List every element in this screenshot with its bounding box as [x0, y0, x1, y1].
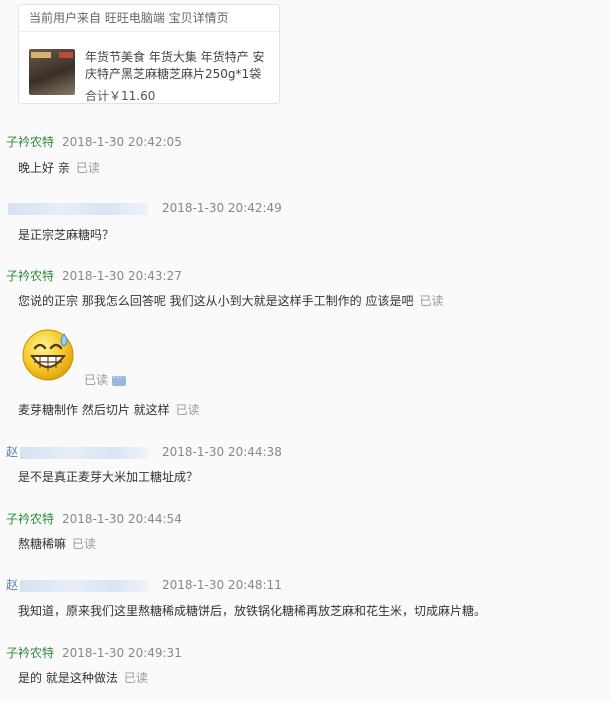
sender-name-text: 赵 [6, 578, 19, 592]
read-status: 已读 [84, 373, 109, 387]
message-text: 是的 就是这种做法 已读 [18, 670, 148, 686]
redaction-blur [20, 446, 149, 459]
message-header: 赵 2018-1-30 20:48:11 [6, 577, 282, 593]
message-time: 2018-1-30 20:42:49 [162, 201, 282, 215]
read-status: 已读 [419, 294, 444, 308]
message-content: 是的 就是这种做法 [18, 671, 118, 685]
read-status: 已读 [75, 161, 100, 175]
message-text: 晚上好 亲已读 [18, 160, 100, 176]
read-status: 已读 [72, 537, 97, 551]
message-content: 我知道，原来我们这里熬糖稀成糖饼后，放铁锅化糖稀再放芝麻和花生米，切成麻片糖。 [18, 604, 487, 618]
thumbnail-badge-red [59, 52, 73, 58]
message-content: 是正宗芝麻糖吗？ [18, 228, 115, 242]
message-time: 2018-1-30 20:44:38 [162, 445, 282, 459]
message-time: 2018-1-30 20:42:05 [62, 135, 182, 149]
thumbnail-badge [31, 52, 51, 58]
sweat-smile-emoji [22, 329, 74, 381]
redaction-blur [20, 579, 149, 592]
message-text: 是正宗芝麻糖吗？ [18, 227, 114, 243]
read-status: 已读 [123, 671, 148, 685]
product-thumbnail[interactable] [29, 49, 75, 95]
emoji-read-status: 已读 [84, 371, 127, 388]
redaction-blur [8, 202, 148, 215]
message-content: 是不是真正麦芽大米加工糖址成？ [18, 470, 199, 484]
message-content: 晚上好 亲 [18, 161, 70, 175]
message-content: 熬糖稀嘛 [18, 537, 67, 551]
message-time: 2018-1-30 20:49:31 [62, 646, 182, 660]
message-header: 子衿农特 2018-1-30 20:44:54 [6, 511, 182, 527]
sender-name[interactable]: 子衿农特 [6, 646, 54, 660]
message-header: 子衿农特 2018-1-30 20:49:31 [6, 645, 182, 661]
sender-name[interactable]: 子衿农特 [6, 269, 54, 283]
message-time: 2018-1-30 20:48:11 [162, 578, 282, 592]
message-content: 麦芽糖制作 然后切片 就这样 [18, 403, 170, 417]
sender-name-redacted[interactable] [6, 200, 154, 216]
product-title[interactable]: 年货节美食 年货大集 年货特产 安庆特产黑芝麻糖芝麻片250g*1袋 [85, 49, 275, 83]
message-text: 我知道，原来我们这里熬糖稀成糖饼后，放铁锅化糖稀再放芝麻和花生米，切成麻片糖。 [18, 603, 486, 619]
sender-name-text: 赵 [6, 445, 19, 459]
message-time: 2018-1-30 20:44:54 [62, 512, 182, 526]
message-text: 麦芽糖制作 然后切片 就这样 已读 [18, 402, 200, 418]
message-header: 2018-1-30 20:42:49 [6, 200, 282, 216]
message-header: 赵 2018-1-30 20:44:38 [6, 444, 282, 460]
message-content: 您说的正宗 那我怎么回答呢 我们这从小到大就是这样手工制作的 应该是吧 [18, 294, 414, 308]
product-card-source: 当前用户来自 旺旺电脑端 宝贝详情页 [19, 5, 279, 32]
message-time: 2018-1-30 20:43:27 [62, 269, 182, 283]
message-text: 是不是真正麦芽大米加工糖址成？ [18, 469, 198, 485]
more-icon[interactable] [112, 371, 127, 387]
message-header: 子衿农特 2018-1-30 20:43:27 [6, 268, 182, 284]
message-text: 熬糖稀嘛 已读 [18, 536, 96, 552]
product-total: 合计￥11.60 [85, 89, 156, 103]
sender-name[interactable]: 子衿农特 [6, 512, 54, 526]
message-text: 您说的正宗 那我怎么回答呢 我们这从小到大就是这样手工制作的 应该是吧 已读 [18, 293, 443, 309]
message-header: 子衿农特 2018-1-30 20:42:05 [6, 134, 182, 150]
read-status: 已读 [175, 403, 200, 417]
sender-name[interactable]: 赵 [6, 577, 154, 593]
sender-name[interactable]: 赵 [6, 444, 154, 460]
sender-name[interactable]: 子衿农特 [6, 135, 54, 149]
product-card[interactable]: 当前用户来自 旺旺电脑端 宝贝详情页 年货节美食 年货大集 年货特产 安庆特产黑… [18, 4, 280, 104]
